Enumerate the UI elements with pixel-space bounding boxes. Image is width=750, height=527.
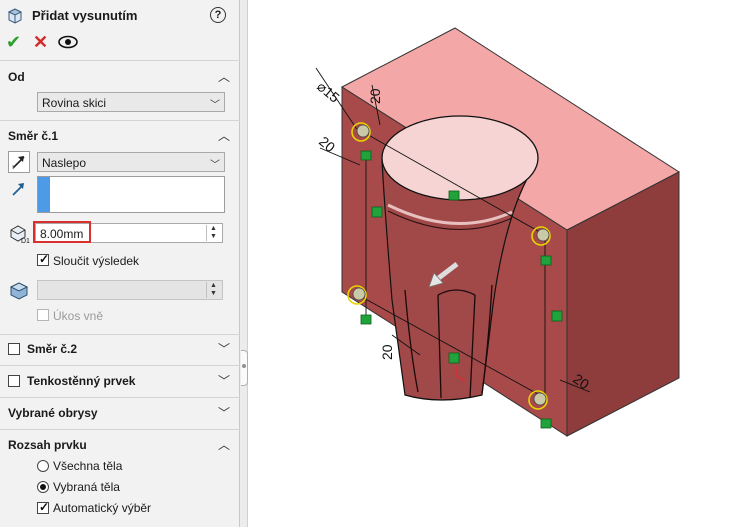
chevron-down-icon[interactable]: ﹀ xyxy=(218,372,230,389)
top-dimension[interactable]: 20 xyxy=(367,88,383,104)
chevron-up-icon[interactable]: ︿ xyxy=(218,436,230,453)
end-condition-value: Naslepo xyxy=(42,156,87,170)
from-dropdown-value: Rovina skici xyxy=(42,96,107,110)
extrude-boss-icon xyxy=(7,8,23,24)
section-thin-feature-header[interactable]: Tenkostěnný prvek ﹀ xyxy=(0,370,240,392)
selection-indicator xyxy=(38,177,50,212)
separator xyxy=(0,429,240,430)
all-bodies-label: Všechna těla xyxy=(53,459,123,473)
hole-fill xyxy=(356,124,370,138)
thin-feature-checkbox[interactable] xyxy=(8,375,20,387)
reverse-direction-button[interactable] xyxy=(8,151,30,173)
draft-button[interactable] xyxy=(8,279,30,301)
auto-select-checkbox[interactable]: ✓ xyxy=(37,500,50,514)
property-manager-header: Přidat vysunutím ? xyxy=(0,0,240,30)
chevron-down-icon: ﹀ xyxy=(210,160,220,171)
hole-fill xyxy=(352,287,366,301)
feature-title: Přidat vysunutím xyxy=(32,8,138,23)
spin-down-icon: ▼ xyxy=(210,290,217,297)
property-manager-panel: Přidat vysunutím ? ✔ ✕ Od ︿ Rovina skici… xyxy=(0,0,240,527)
relation-marker[interactable] xyxy=(540,255,552,266)
chevron-up-icon[interactable]: ︿ xyxy=(218,68,230,85)
merge-result-checkbox[interactable]: ✓ xyxy=(37,252,50,266)
chevron-up-icon[interactable]: ︿ xyxy=(218,127,230,144)
action-bar: ✔ ✕ xyxy=(0,32,240,52)
direction-arrow-icon xyxy=(12,183,24,196)
section-direction2-label: Směr č.2 xyxy=(27,342,78,356)
chevron-down-icon[interactable]: ﹀ xyxy=(218,340,230,357)
cancel-button[interactable]: ✕ xyxy=(33,32,48,52)
auto-select-label: Automatický výběr xyxy=(53,501,152,515)
draft-angle-spinner: ▲ ▼ xyxy=(206,282,221,298)
section-selected-contours-header[interactable]: Vybrané obrysy ﹀ xyxy=(0,402,240,424)
chevron-down-icon: ﹀ xyxy=(210,100,220,111)
separator xyxy=(0,365,240,366)
graphics-viewport[interactable]: ⌀15 20 20 20 20 xyxy=(249,0,750,527)
draft-angle-input: ▲ ▼ xyxy=(37,280,223,300)
relation-marker[interactable] xyxy=(551,310,563,322)
draft-icon xyxy=(9,282,29,300)
relation-marker[interactable] xyxy=(360,314,372,325)
section-from-label: Od xyxy=(8,70,25,84)
relation-marker[interactable] xyxy=(540,418,552,429)
draft-outward-checkbox xyxy=(37,309,49,321)
separator xyxy=(0,60,240,61)
reverse-direction-icon xyxy=(12,156,25,169)
hole-fill xyxy=(533,392,547,406)
selected-bodies-label: Vybraná těla xyxy=(53,480,120,494)
radio-selected-dot xyxy=(40,484,46,490)
section-from-header[interactable]: Od ︿ xyxy=(0,66,240,88)
direction2-checkbox[interactable] xyxy=(8,343,20,355)
panel-splitter[interactable] xyxy=(240,0,248,527)
all-bodies-radio[interactable] xyxy=(37,460,49,472)
separator xyxy=(0,120,240,121)
spin-up-icon[interactable]: ▲ xyxy=(210,225,217,232)
direction-vector-selection-box[interactable] xyxy=(37,176,225,213)
section-direction2-header[interactable]: Směr č.2 ﹀ xyxy=(0,338,240,360)
relation-marker[interactable] xyxy=(360,150,372,161)
preview-eye-icon[interactable] xyxy=(58,35,78,49)
selected-bodies-radio[interactable] xyxy=(37,481,49,493)
depth-highlight-annotation xyxy=(33,221,91,243)
separator xyxy=(0,334,240,335)
boss-top-face[interactable] xyxy=(381,115,539,201)
section-selected-contours-label: Vybrané obrysy xyxy=(8,406,98,420)
svg-text:D1: D1 xyxy=(21,238,30,244)
relation-marker[interactable] xyxy=(448,190,460,201)
section-feature-scope-label: Rozsah prvku xyxy=(8,438,87,452)
relation-marker[interactable] xyxy=(371,206,383,218)
chevron-down-icon[interactable]: ﹀ xyxy=(218,404,230,421)
section-direction1-header[interactable]: Směr č.1 ︿ xyxy=(0,125,240,147)
splitter-grip[interactable] xyxy=(241,350,248,386)
ok-button[interactable]: ✔ xyxy=(6,32,21,52)
spin-down-icon[interactable]: ▼ xyxy=(210,233,217,240)
left-dimension[interactable]: 20 xyxy=(316,133,338,155)
relation-marker[interactable] xyxy=(448,352,460,364)
depth-spinner[interactable]: ▲ ▼ xyxy=(206,225,221,241)
help-icon[interactable]: ? xyxy=(210,7,226,23)
hole-fill xyxy=(536,228,550,242)
section-direction1-label: Směr č.1 xyxy=(8,129,59,143)
section-feature-scope-header[interactable]: Rozsah prvku ︿ xyxy=(0,434,240,456)
end-condition-dropdown[interactable]: Naslepo ﹀ xyxy=(37,152,225,172)
draft-outward-label: Úkos vně xyxy=(53,309,104,323)
checkmark-icon: ✓ xyxy=(39,500,50,514)
merge-result-label: Sloučit výsledek xyxy=(53,254,140,268)
depth-icon: D1 xyxy=(10,225,30,244)
section-thin-feature-label: Tenkostěnný prvek xyxy=(27,374,136,388)
checkmark-icon: ✓ xyxy=(39,252,50,266)
separator xyxy=(0,397,240,398)
bottom-dimension[interactable]: 20 xyxy=(379,344,395,360)
from-dropdown[interactable]: Rovina skici ﹀ xyxy=(37,92,225,112)
spin-up-icon: ▲ xyxy=(210,282,217,289)
